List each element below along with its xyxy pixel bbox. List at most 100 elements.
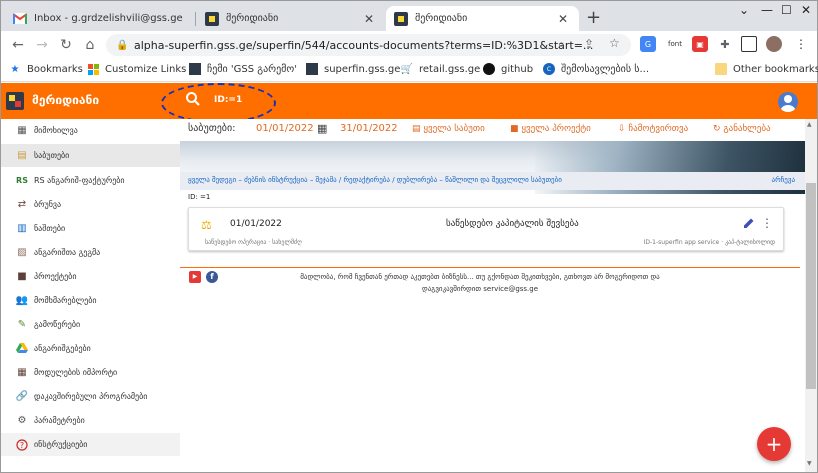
sidebar-item-rs-invoices[interactable]: RS RS ანგარიშ-ფაქტურები <box>1 169 180 192</box>
folder-icon: ■ <box>17 271 27 282</box>
bookmark-item[interactable]: 🛒 retail.gss.ge <box>401 63 481 75</box>
side-panel-icon[interactable] <box>741 36 757 52</box>
font-extension-icon[interactable]: font <box>665 36 685 52</box>
date-to[interactable]: 31/01/2022 <box>340 123 398 134</box>
sidebar-item-settings[interactable]: ⚙ პარამეტრები <box>1 409 180 432</box>
gear-icon: ⚙ <box>17 415 27 426</box>
bookmark-item[interactable]: superfin.gss.ge <box>306 63 400 75</box>
footer-text: მადლობა, რომ ჩვენთან ერთად აკეთებთ ბიზნე… <box>300 273 660 281</box>
calendar-icon[interactable]: ▦ <box>317 122 327 135</box>
close-icon[interactable]: ✕ <box>555 12 571 26</box>
folder-icon <box>715 63 727 75</box>
browser-toolbar: ← → ↻ ⌂ 🔒 alpha-superfin.gss.ge/superfin… <box>1 31 817 59</box>
scroll-up-icon[interactable]: ▲ <box>807 121 812 128</box>
address-bar[interactable]: 🔒 alpha-superfin.gss.ge/superfin/544/acc… <box>106 34 631 56</box>
app-favicon <box>205 11 219 26</box>
edit-icon[interactable] <box>742 216 756 230</box>
tab-title: მერიდიანი <box>226 13 279 24</box>
share-icon[interactable]: ⇪ <box>584 37 594 51</box>
lock-icon: 🔒 <box>116 39 129 51</box>
home-icon[interactable]: ⌂ <box>81 36 99 54</box>
link-icon: 🔗 <box>15 391 29 402</box>
add-button[interactable]: + <box>757 427 791 461</box>
browser-tab[interactable]: Inbox - g.grdzelishvili@gss.ge - G <box>5 6 193 31</box>
breadcrumb[interactable]: ყველა შედეგი – ძებნის ინსტრუქცია – შეჯამ… <box>180 172 805 190</box>
rs-icon: C <box>543 63 555 75</box>
user-avatar[interactable] <box>778 92 798 112</box>
bookmark-item[interactable]: github <box>483 63 533 75</box>
back-icon[interactable]: ← <box>9 36 27 54</box>
puzzle-icon[interactable]: ✚ <box>717 36 733 52</box>
date-from[interactable]: 01/01/2022 <box>256 123 314 134</box>
bookmarks-bar: ★ Bookmarks Customize Links ჩემი 'GSS გარ… <box>1 59 818 82</box>
sidebar-item-overview[interactable]: ▦ მიმოხილვა <box>1 119 180 142</box>
bookmark-star-icon[interactable]: ☆ <box>609 36 620 50</box>
chart-of-accounts-icon: ▨ <box>17 247 27 258</box>
sidebar-item-turnover[interactable]: ⇄ ბრუნვა <box>1 193 180 216</box>
document-type: საწესდებო ოპერაცია · სახელმძღ <box>205 239 302 246</box>
download-icon: ⇩ <box>618 124 629 134</box>
extension-icon[interactable]: ▣ <box>692 36 708 52</box>
bookmark-item[interactable]: Cშემოსავლების ს... <box>543 63 649 75</box>
chevron-down-icon[interactable]: ⌄ <box>739 3 749 17</box>
footer-contact: დაგვიკავშირდით service@gss.ge <box>421 285 539 293</box>
documents-icon: ▤ <box>17 150 27 161</box>
sidebar-item-module-import[interactable]: ▦ მოდულების იმპორტი <box>1 361 180 384</box>
translate-icon[interactable]: G <box>640 36 656 52</box>
scrollbar[interactable]: ▲ ▼ <box>805 119 817 472</box>
app-favicon <box>306 63 318 75</box>
scroll-down-icon[interactable]: ▼ <box>807 460 812 467</box>
import-icon: ▦ <box>17 367 27 378</box>
maximize-icon[interactable]: ☐ <box>781 3 792 17</box>
all-projects-button[interactable]: ■ ყველა პროექტი <box>510 124 591 134</box>
windows-icon <box>87 63 99 75</box>
new-tab-button[interactable]: + <box>586 7 601 28</box>
reload-icon[interactable]: ↻ <box>57 36 75 54</box>
select-link[interactable]: არჩევა <box>772 176 795 184</box>
browser-tab-active[interactable]: მერიდიანი ✕ <box>386 6 579 31</box>
documents-icon: ▤ <box>412 124 424 134</box>
users-icon: 👥 <box>15 295 29 306</box>
close-icon[interactable]: ✕ <box>361 12 377 26</box>
sidebar-item-users[interactable]: 👥 მომხმარებლები <box>1 289 180 312</box>
turnover-icon: ⇄ <box>17 199 27 210</box>
drive-icon <box>16 343 28 355</box>
sidebar-item-reports[interactable]: ანგარიშგებები <box>1 337 180 360</box>
sidebar-item-chart-of-accounts[interactable]: ▨ ანგარიშთა გეგმა <box>1 241 180 264</box>
sidebar-item-instructions[interactable]: ? ინსტრუქციები <box>1 433 180 456</box>
sidebar-item-subscriptions[interactable]: ✎ გამოწერები <box>1 313 180 336</box>
document-card[interactable]: ⚖ 01/01/2022 საწესდებო კაპიტალის შევსება… <box>188 207 784 251</box>
bookmark-item[interactable]: ★ Bookmarks <box>9 63 83 75</box>
gmail-icon <box>13 12 27 26</box>
balance-icon: ▥ <box>17 223 27 234</box>
app-favicon <box>189 63 201 75</box>
browser-tab[interactable]: მერიდიანი ✕ <box>197 6 385 31</box>
app-title: მერიდიანი <box>32 93 100 107</box>
app-logo[interactable] <box>6 92 24 110</box>
bookmark-item[interactable]: Customize Links <box>87 63 186 75</box>
grid-icon: ▦ <box>17 125 27 136</box>
bookmark-item[interactable]: ჩემი 'GSS გარემო' <box>189 63 297 75</box>
more-vert-icon[interactable]: ⋮ <box>761 216 773 230</box>
refresh-button[interactable]: ↻ განახლება <box>713 124 771 134</box>
svg-text:?: ? <box>20 441 24 450</box>
download-button[interactable]: ⇩ ჩამოტვირთვა <box>618 124 688 134</box>
sidebar-item-documents[interactable]: ▤ საბუთები <box>1 144 180 167</box>
tab-separator <box>195 12 196 26</box>
zoom-icon[interactable]: ⌕ <box>558 37 565 52</box>
other-bookmarks[interactable]: Other bookmarks <box>715 63 818 75</box>
app-header: მერიდიანი ID:=1 <box>1 83 817 119</box>
scrollbar-thumb[interactable] <box>806 183 816 389</box>
sidebar-item-projects[interactable]: ■ პროექტები <box>1 265 180 288</box>
sidebar: ▦ მიმოხილვა ▤ საბუთები RS RS ანგარიშ-ფაქტურ… <box>1 119 180 472</box>
close-window-icon[interactable]: ✕ <box>801 3 811 17</box>
sidebar-item-balances[interactable]: ▥ ნაშთები <box>1 217 180 240</box>
document-meta: ID-1-superfin app service · კაპ-ტალისოლი… <box>643 239 775 246</box>
subscriptions-icon: ✎ <box>17 319 27 330</box>
profile-avatar[interactable] <box>766 36 782 52</box>
minimize-icon[interactable]: — <box>761 3 773 17</box>
menu-dots-icon[interactable]: ⋮ <box>793 36 809 52</box>
sidebar-item-connected-apps[interactable]: 🔗 დაკავშირებული პროგრამები <box>1 385 180 408</box>
forward-icon[interactable]: → <box>33 36 51 54</box>
all-documents-button[interactable]: ▤ ყველა საბუთი <box>412 124 485 134</box>
